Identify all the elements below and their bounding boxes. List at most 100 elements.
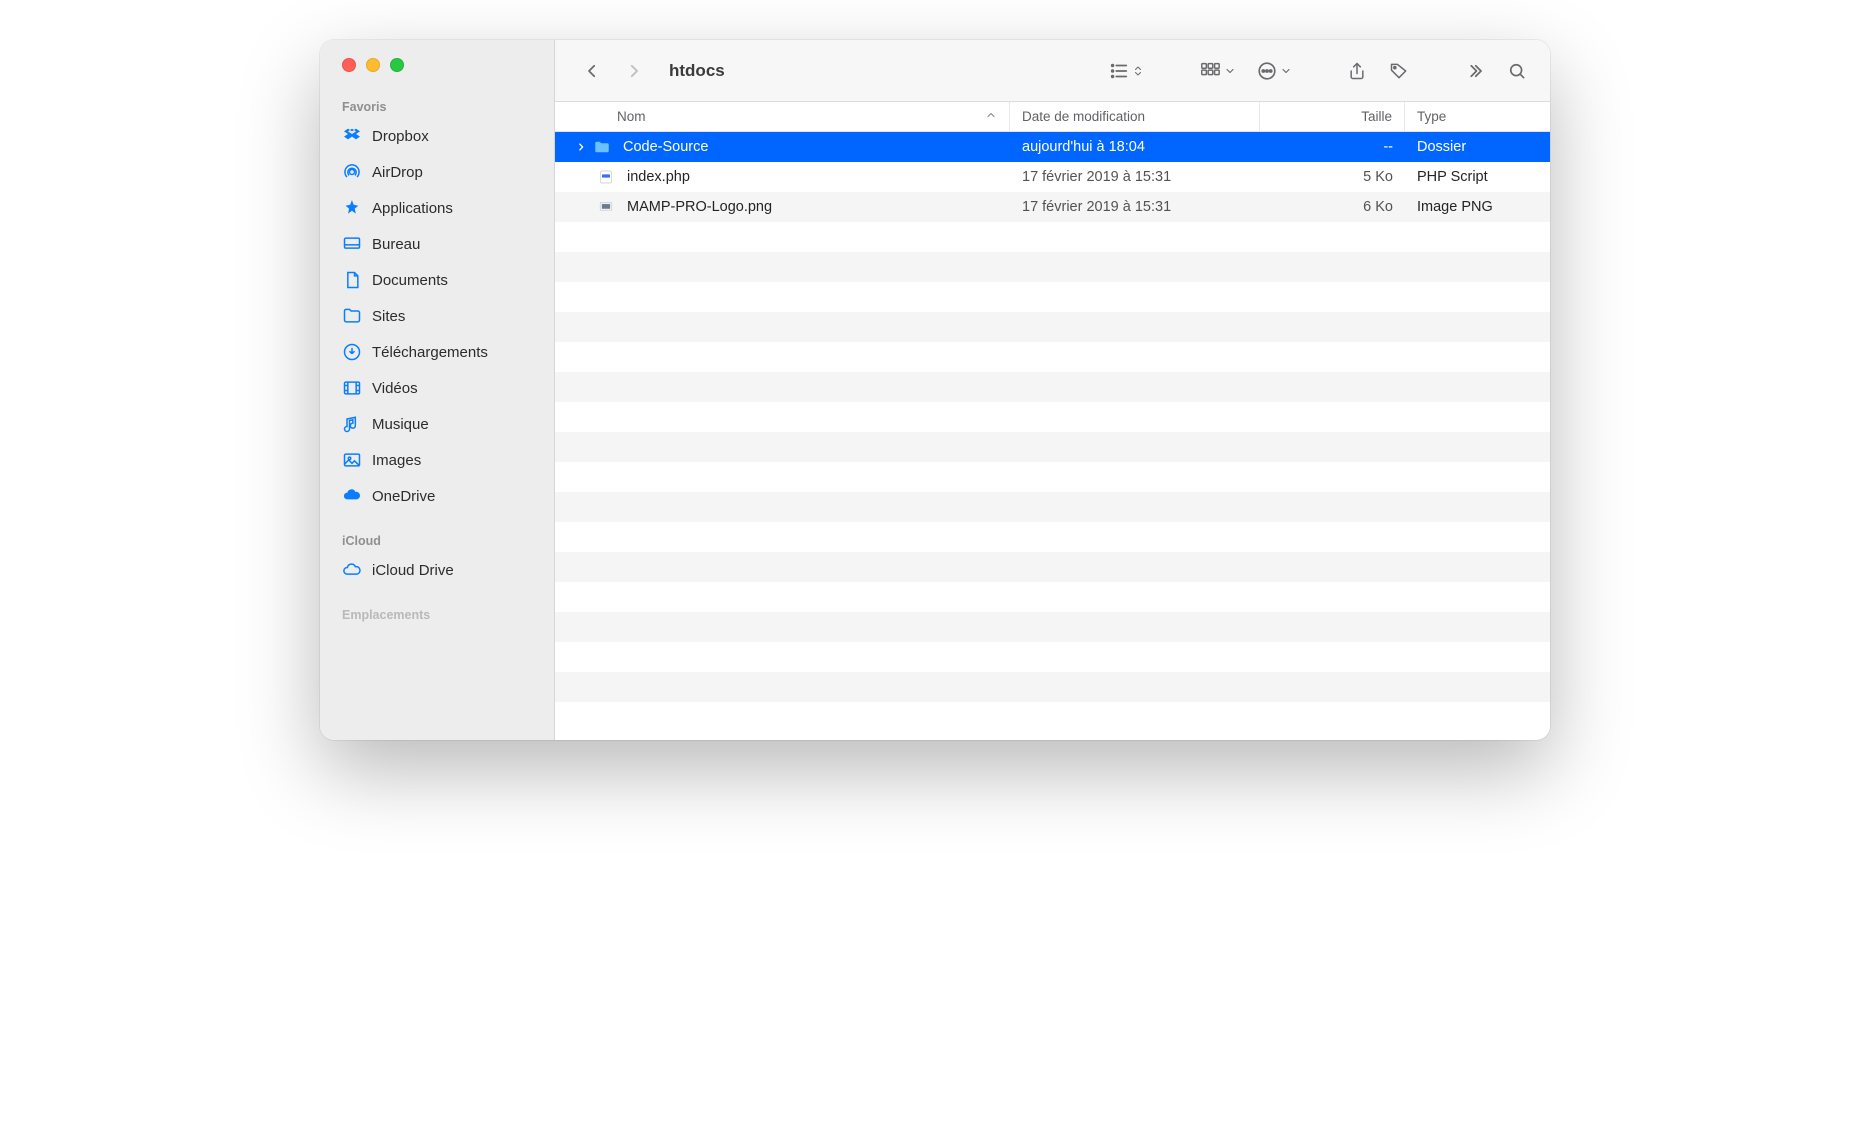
file-date: 17 février 2019 à 15:31 <box>1010 192 1260 222</box>
sidebar-item-label: Dropbox <box>372 128 429 145</box>
sidebar-item-label: Musique <box>372 416 429 433</box>
file-row-index-php[interactable]: index.php 17 février 2019 à 15:31 5 Ko P… <box>555 162 1550 192</box>
empty-row <box>555 432 1550 462</box>
sidebar-item-label: AirDrop <box>372 164 423 181</box>
zoom-window-button[interactable] <box>390 58 404 72</box>
column-header-date[interactable]: Date de modification <box>1010 102 1260 131</box>
sidebar-item-label: Vidéos <box>372 380 418 397</box>
sidebar-item-label: Sites <box>372 308 405 325</box>
file-date: aujourd'hui à 18:04 <box>1010 132 1260 162</box>
column-header-size[interactable]: Taille <box>1260 102 1405 131</box>
sidebar-item-label: OneDrive <box>372 488 435 505</box>
action-menu-button[interactable] <box>1250 60 1298 82</box>
back-button[interactable] <box>575 56 609 86</box>
file-type: Image PNG <box>1405 192 1550 222</box>
dropbox-icon <box>342 126 362 146</box>
sidebar-item-label: Documents <box>372 272 448 289</box>
sidebar-item-airdrop[interactable]: AirDrop <box>320 154 554 190</box>
column-size-label: Taille <box>1361 109 1392 124</box>
sidebar-item-label: Téléchargements <box>372 344 488 361</box>
empty-row <box>555 282 1550 312</box>
sidebar-section-emplacements: Emplacements <box>320 602 554 626</box>
sidebar-item-label: Bureau <box>372 236 420 253</box>
sidebar-section-favoris: Favoris <box>320 94 554 118</box>
png-file-icon <box>597 198 615 216</box>
empty-row <box>555 552 1550 582</box>
sidebar-item-label: iCloud Drive <box>372 562 454 579</box>
file-size: 6 Ko <box>1260 192 1405 222</box>
file-name: index.php <box>627 169 690 185</box>
sort-ascending-icon <box>985 109 997 124</box>
sidebar-item-documents[interactable]: Documents <box>320 262 554 298</box>
sidebar-item-onedrive[interactable]: OneDrive <box>320 478 554 514</box>
file-name: MAMP-PRO-Logo.png <box>627 199 772 215</box>
movies-icon <box>342 378 362 398</box>
toolbar: htdocs <box>555 40 1550 102</box>
empty-row <box>555 702 1550 732</box>
column-type-label: Type <box>1417 109 1446 124</box>
column-header-name[interactable]: Nom <box>555 102 1010 131</box>
applications-icon <box>342 198 362 218</box>
share-button[interactable] <box>1340 56 1374 86</box>
empty-row <box>555 342 1550 372</box>
icloud-icon <box>342 560 362 580</box>
column-header: Nom Date de modification Taille Type <box>555 102 1550 132</box>
sidebar-item-dropbox[interactable]: Dropbox <box>320 118 554 154</box>
empty-row <box>555 462 1550 492</box>
empty-row <box>555 642 1550 672</box>
folder-icon <box>342 306 362 326</box>
group-by-button[interactable] <box>1192 60 1242 82</box>
disclosure-triangle-icon[interactable] <box>575 141 587 153</box>
forward-button[interactable] <box>617 56 651 86</box>
empty-row <box>555 402 1550 432</box>
main-pane: htdocs <box>555 40 1550 740</box>
sidebar-item-icloud-drive[interactable]: iCloud Drive <box>320 552 554 588</box>
sidebar-item-label: Applications <box>372 200 453 217</box>
empty-row <box>555 372 1550 402</box>
column-header-type[interactable]: Type <box>1405 102 1550 131</box>
empty-row <box>555 522 1550 552</box>
sidebar-item-label: Images <box>372 452 421 469</box>
empty-row <box>555 252 1550 282</box>
empty-row <box>555 672 1550 702</box>
empty-row <box>555 582 1550 612</box>
empty-row <box>555 612 1550 642</box>
empty-row <box>555 222 1550 252</box>
column-name-label: Nom <box>617 109 646 124</box>
sidebar-item-bureau[interactable]: Bureau <box>320 226 554 262</box>
sidebar-section-icloud: iCloud <box>320 528 554 552</box>
column-date-label: Date de modification <box>1022 109 1145 124</box>
close-window-button[interactable] <box>342 58 356 72</box>
file-size: -- <box>1260 132 1405 162</box>
file-row-mamp-logo[interactable]: MAMP-PRO-Logo.png 17 février 2019 à 15:3… <box>555 192 1550 222</box>
file-date: 17 février 2019 à 15:31 <box>1010 162 1260 192</box>
view-mode-button[interactable] <box>1102 60 1150 82</box>
file-row-code-source[interactable]: Code-Source aujourd'hui à 18:04 -- Dossi… <box>555 132 1550 162</box>
file-name: Code-Source <box>623 139 708 155</box>
sidebar: Favoris Dropbox AirDrop Applications Bur… <box>320 40 555 740</box>
minimize-window-button[interactable] <box>366 58 380 72</box>
tags-button[interactable] <box>1382 56 1416 86</box>
downloads-icon <box>342 342 362 362</box>
sidebar-item-videos[interactable]: Vidéos <box>320 370 554 406</box>
sidebar-item-applications[interactable]: Applications <box>320 190 554 226</box>
folder-icon <box>593 138 611 156</box>
window-controls <box>320 58 554 94</box>
sidebar-item-images[interactable]: Images <box>320 442 554 478</box>
search-button[interactable] <box>1500 56 1534 86</box>
airdrop-icon <box>342 162 362 182</box>
file-type: Dossier <box>1405 132 1550 162</box>
empty-row <box>555 492 1550 522</box>
file-list[interactable]: Code-Source aujourd'hui à 18:04 -- Dossi… <box>555 132 1550 740</box>
window-title: htdocs <box>659 61 735 81</box>
sidebar-item-musique[interactable]: Musique <box>320 406 554 442</box>
overflow-button[interactable] <box>1458 56 1492 86</box>
file-size: 5 Ko <box>1260 162 1405 192</box>
empty-row <box>555 312 1550 342</box>
documents-icon <box>342 270 362 290</box>
sidebar-item-telechargements[interactable]: Téléchargements <box>320 334 554 370</box>
desktop-icon <box>342 234 362 254</box>
sidebar-item-sites[interactable]: Sites <box>320 298 554 334</box>
finder-window: Favoris Dropbox AirDrop Applications Bur… <box>320 40 1550 740</box>
php-file-icon <box>597 168 615 186</box>
